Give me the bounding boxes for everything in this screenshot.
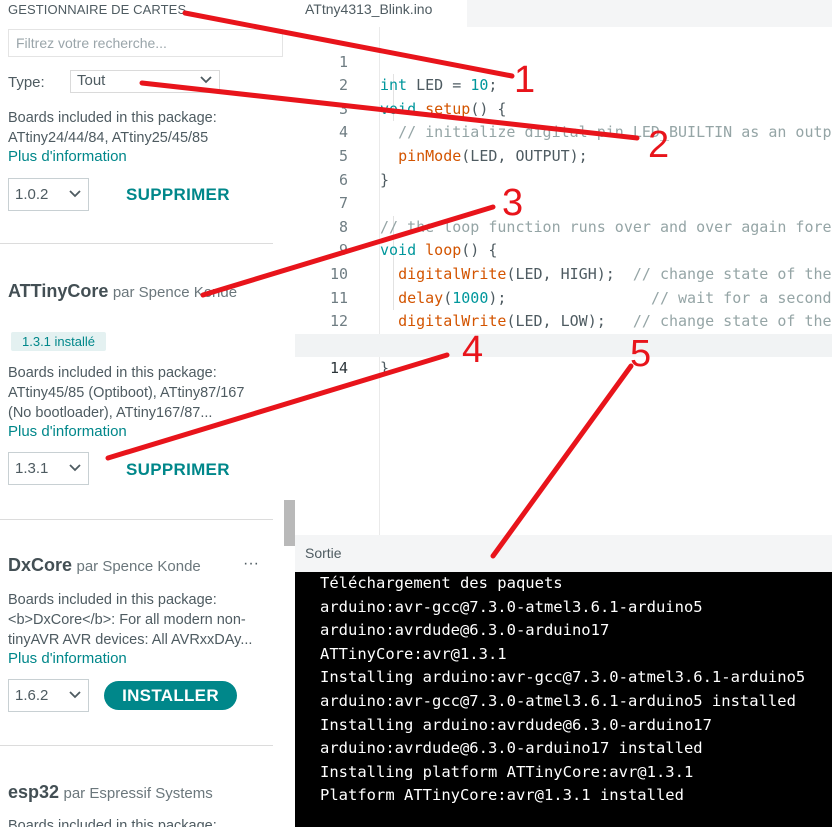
boards-included-text: Boards included in this package:: [8, 818, 217, 827]
chevron-down-icon: [69, 464, 81, 472]
console-line: arduino:avrdude@6.3.0-arduino17 installe…: [320, 739, 703, 758]
version-value: 1.6.2: [15, 687, 49, 704]
chevron-down-icon: [200, 76, 212, 84]
board-author: par Spence Konde: [76, 558, 201, 575]
card-divider: [0, 243, 273, 244]
boards-manager-panel: GESTIONNAIRE DE CARTES Filtrez votre rec…: [0, 0, 295, 827]
board-card-attinycore: ATTinyCore par Spence Konde 1.3.1 instal…: [0, 280, 273, 520]
tab-bar: ATtny4313_Blink.ino: [295, 0, 832, 27]
code-line: 11 digitalWrite(LED, LOW); // change sta…: [295, 263, 832, 331]
console-line: Installing platform ATTinyCore:avr@1.3.1: [320, 762, 694, 781]
code-line-current: 14: [295, 333, 832, 377]
board-card-dxcore: DxCore par Spence Konde ··· Boards inclu…: [0, 555, 273, 745]
code-line: 9 digitalWrite(LED, HIGH); // change sta…: [295, 216, 832, 283]
type-label: Type:: [8, 74, 45, 91]
board-author: par Spence Konde: [112, 284, 238, 301]
console-line: arduino:avrdude@6.3.0-arduino17: [320, 621, 610, 640]
code-line: 8 void loop() {: [295, 192, 832, 260]
version-select[interactable]: 1.6.2: [8, 679, 89, 712]
more-info-link[interactable]: Plus d'information: [8, 650, 127, 667]
code-line: 4 pinMode(LED, OUTPUT);: [295, 98, 832, 165]
code-line: 10 delay(1000); // wait for a second: [295, 239, 832, 307]
remove-button[interactable]: SUPPRIMER: [126, 460, 230, 480]
board-name: esp32: [8, 782, 60, 802]
tab-sketch[interactable]: ATtny4313_Blink.ino: [295, 0, 467, 27]
board-card-esp32: esp32 par Espressif Systems Boards inclu…: [0, 782, 273, 827]
boards-included-text: Boards included in this package: ATtiny2…: [8, 110, 217, 146]
version-select[interactable]: 1.3.1: [8, 452, 89, 485]
console-line: Installing arduino:avr-gcc@7.3.0-atmel3.…: [320, 668, 806, 687]
console-line: arduino:avr-gcc@7.3.0-atmel3.6.1-arduino…: [320, 692, 796, 710]
output-title: Sortie: [305, 545, 342, 561]
board-name: DxCore: [8, 555, 73, 575]
chevron-down-icon: [69, 190, 81, 198]
board-author: par Espressif Systems: [63, 785, 213, 802]
console-line: Téléchargement des paquets: [320, 574, 563, 592]
version-value: 1.0.2: [15, 186, 49, 203]
code-editor[interactable]: ATtny4313_Blink.ino 1 int LED = 10; 2 vo…: [295, 0, 832, 535]
install-button[interactable]: INSTALLER: [104, 681, 237, 710]
type-select[interactable]: Tout: [70, 70, 220, 93]
console-line: Platform ATTinyCore:avr@1.3.1 installed: [320, 786, 684, 805]
remove-button[interactable]: SUPPRIMER: [126, 185, 230, 205]
more-info-link[interactable]: Plus d'information: [8, 423, 127, 440]
more-info-link[interactable]: Plus d'information: [8, 148, 127, 165]
code-line: 13 }: [295, 310, 832, 378]
console-line: ATTinyCore:avr@1.3.1: [320, 644, 507, 663]
code-line: 5 }: [295, 121, 832, 189]
console-line: Installing arduino:avrdude@6.3.0-arduino…: [320, 715, 712, 734]
code-text: }: [380, 359, 390, 378]
board-name: ATTinyCore: [8, 281, 109, 301]
chevron-down-icon: [69, 691, 81, 699]
console-line: arduino:avr-gcc@7.3.0-atmel3.6.1-arduino…: [320, 597, 703, 616]
output-panel: Sortie Téléchargement des paquets arduin…: [295, 535, 832, 827]
type-select-value: Tout: [77, 72, 106, 89]
code-line: 3 // initialize digital pin LED_BUILTIN …: [295, 74, 832, 142]
line-number: 14: [329, 359, 348, 378]
version-value: 1.3.1: [15, 460, 49, 477]
code-line: 2 void setup() {: [295, 51, 832, 118]
code-line: 1 int LED = 10;: [295, 27, 832, 95]
boards-included-text: Boards included in this package: ATtiny4…: [8, 365, 245, 421]
code-line: 7 // the loop function runs over and ove…: [295, 169, 832, 236]
card-divider: [0, 519, 273, 520]
code-line: 12 delay(1000); // wait for a second: [295, 287, 832, 354]
card-divider: [0, 745, 273, 746]
installed-badge: 1.3.1 installé: [11, 332, 106, 351]
panel-title: GESTIONNAIRE DE CARTES: [8, 2, 187, 17]
code-line: 6: [295, 145, 832, 189]
search-input[interactable]: Filtrez votre recherche...: [8, 29, 283, 57]
output-header: Sortie: [295, 535, 832, 572]
sidebar-scrollbar[interactable]: [284, 500, 295, 546]
board-card-attiny: Boards included in this package: ATtiny2…: [0, 108, 273, 244]
more-options-icon[interactable]: ···: [243, 555, 259, 573]
version-select[interactable]: 1.0.2: [8, 178, 89, 211]
output-console[interactable]: Téléchargement des paquets arduino:avr-g…: [295, 572, 832, 827]
boards-included-text: Boards included in this package: <b>DxCo…: [8, 592, 253, 648]
